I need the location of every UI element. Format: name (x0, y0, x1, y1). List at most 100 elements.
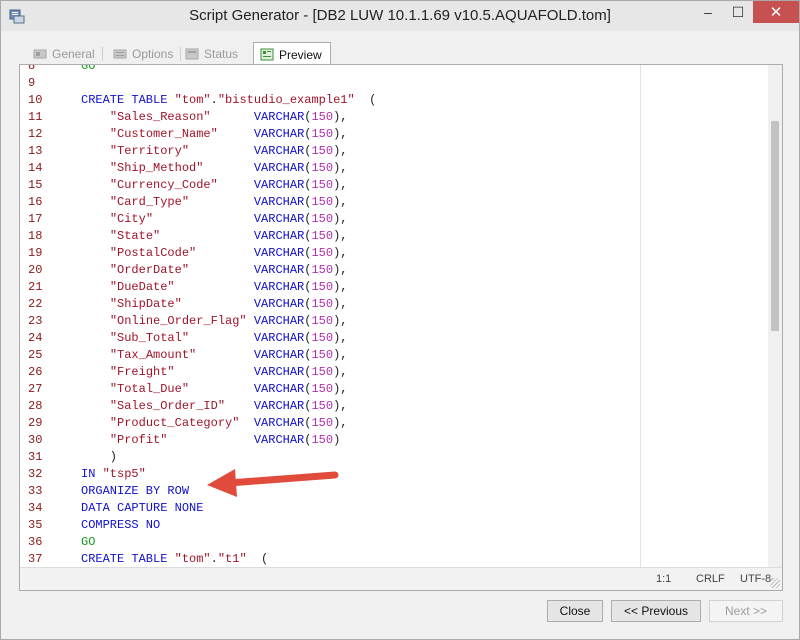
code-token: VARCHAR (253, 195, 305, 209)
code-line[interactable]: 34 DATA CAPTURE NONE (22, 500, 640, 517)
code-line[interactable]: 37 CREATE TABLE "tom"."t1" ( (22, 551, 640, 567)
line-number: 15 (28, 178, 43, 192)
vertical-scrollbar[interactable] (768, 65, 782, 567)
editor-status-bar: 1:1 CRLF UTF-8 (20, 567, 782, 590)
code-line[interactable]: 11 "Sales_Reason" VARCHAR(150), (22, 109, 640, 126)
code-line[interactable]: 15 "Currency_Code" VARCHAR(150), (22, 177, 640, 194)
tab-preview[interactable]: Preview (253, 42, 331, 66)
code-line[interactable]: 36 GO (22, 534, 640, 551)
code-text: DATA CAPTURE NONE (81, 500, 203, 517)
red-arrow-annotation (207, 469, 339, 497)
line-number: 17 (28, 212, 43, 226)
line-number: 23 (28, 314, 43, 328)
code-token: ), (333, 229, 348, 243)
title-bar[interactable]: Script Generator - [DB2 LUW 10.1.1.69 v1… (1, 1, 799, 31)
code-token: VARCHAR (253, 178, 305, 192)
code-token: ), (333, 195, 348, 209)
code-text: "Online_Order_Flag" VARCHAR(150), (81, 313, 348, 330)
code-token: 150 (311, 382, 334, 396)
code-line[interactable]: 35 COMPRESS NO (22, 517, 640, 534)
line-number: 37 (28, 552, 43, 566)
code-token: VARCHAR (253, 263, 305, 277)
code-line[interactable]: 22 "ShipDate" VARCHAR(150), (22, 296, 640, 313)
minimize-button[interactable]: – (693, 1, 723, 23)
code-token: VARCHAR (253, 229, 305, 243)
code-line[interactable]: 13 "Territory" VARCHAR(150), (22, 143, 640, 160)
code-line[interactable]: 29 "Product_Category" VARCHAR(150), (22, 415, 640, 432)
previous-button[interactable]: << Previous (611, 600, 701, 622)
code-text: IN "tsp5" (81, 466, 146, 483)
code-token: COMPRESS NO (81, 518, 161, 532)
tab-separator (101, 47, 103, 61)
code-line[interactable]: 24 "Sub_Total" VARCHAR(150), (22, 330, 640, 347)
code-line[interactable]: 18 "State" VARCHAR(150), (22, 228, 640, 245)
code-token: 150 (311, 161, 334, 175)
code-token: ), (333, 246, 348, 260)
code-token: 150 (311, 365, 334, 379)
code-token: 150 (311, 314, 334, 328)
code-token: "PostalCode" (109, 246, 197, 260)
code-text: "Profit" VARCHAR(150) (81, 432, 340, 449)
code-token: VARCHAR (253, 110, 305, 124)
line-number: 10 (28, 93, 43, 107)
code-text: COMPRESS NO (81, 517, 160, 534)
tab-status-label: Status (204, 47, 239, 61)
code-text: "ShipDate" VARCHAR(150), (81, 296, 348, 313)
code-text: "DueDate" VARCHAR(150), (81, 279, 348, 296)
code-token: "Tax_Amount" (109, 348, 197, 362)
code-line[interactable]: 8 GO (22, 65, 640, 75)
code-token: 150 (311, 246, 334, 260)
scrollbar-thumb[interactable] (771, 121, 779, 331)
code-line[interactable]: 12 "Customer_Name" VARCHAR(150), (22, 126, 640, 143)
next-button[interactable]: Next >> (709, 600, 783, 622)
code-token: 150 (311, 178, 334, 192)
tab-general[interactable]: General (27, 43, 103, 65)
code-text: "PostalCode" VARCHAR(150), (81, 245, 348, 262)
code-line[interactable]: 19 "PostalCode" VARCHAR(150), (22, 245, 640, 262)
code-token: ), (333, 382, 348, 396)
close-window-button[interactable]: ✕ (753, 1, 799, 23)
code-line[interactable]: 17 "City" VARCHAR(150), (22, 211, 640, 228)
code-token: "Sub_Total" (109, 331, 190, 345)
code-line[interactable]: 10 CREATE TABLE "tom"."bistudio_example1"… (22, 92, 640, 109)
tab-status[interactable]: Status (179, 43, 246, 65)
code-token: "State" (109, 229, 161, 243)
resize-grip-icon[interactable] (770, 578, 780, 588)
code-line[interactable]: 25 "Tax_Amount" VARCHAR(150), (22, 347, 640, 364)
minimize-icon: – (704, 4, 712, 20)
close-button[interactable]: Close (547, 600, 603, 622)
line-number: 14 (28, 161, 43, 175)
code-line[interactable]: 14 "Ship_Method" VARCHAR(150), (22, 160, 640, 177)
code-token: VARCHAR (253, 382, 305, 396)
code-token: "ShipDate" (109, 297, 182, 311)
code-token: ), (333, 178, 348, 192)
code-line[interactable]: 23 "Online_Order_Flag" VARCHAR(150), (22, 313, 640, 330)
code-line[interactable]: 21 "DueDate" VARCHAR(150), (22, 279, 640, 296)
code-line[interactable]: 16 "Card_Type" VARCHAR(150), (22, 194, 640, 211)
line-number: 33 (28, 484, 43, 498)
code-line[interactable]: 27 "Total_Due" VARCHAR(150), (22, 381, 640, 398)
code-token: "Sales_Reason" (109, 110, 211, 124)
code-text: "Ship_Method" VARCHAR(150), (81, 160, 348, 177)
code-line[interactable]: 26 "Freight" VARCHAR(150), (22, 364, 640, 381)
maximize-button[interactable]: ☐ (723, 1, 753, 23)
options-icon (113, 49, 127, 59)
tab-options[interactable]: Options (107, 43, 182, 65)
code-token: DATA CAPTURE NONE (81, 501, 204, 515)
code-line[interactable]: 20 "OrderDate" VARCHAR(150), (22, 262, 640, 279)
code-line[interactable]: 30 "Profit" VARCHAR(150) (22, 432, 640, 449)
code-token: "City" (109, 212, 154, 226)
code-line[interactable]: 9 (22, 75, 640, 92)
code-line[interactable]: 28 "Sales_Order_ID" VARCHAR(150), (22, 398, 640, 415)
